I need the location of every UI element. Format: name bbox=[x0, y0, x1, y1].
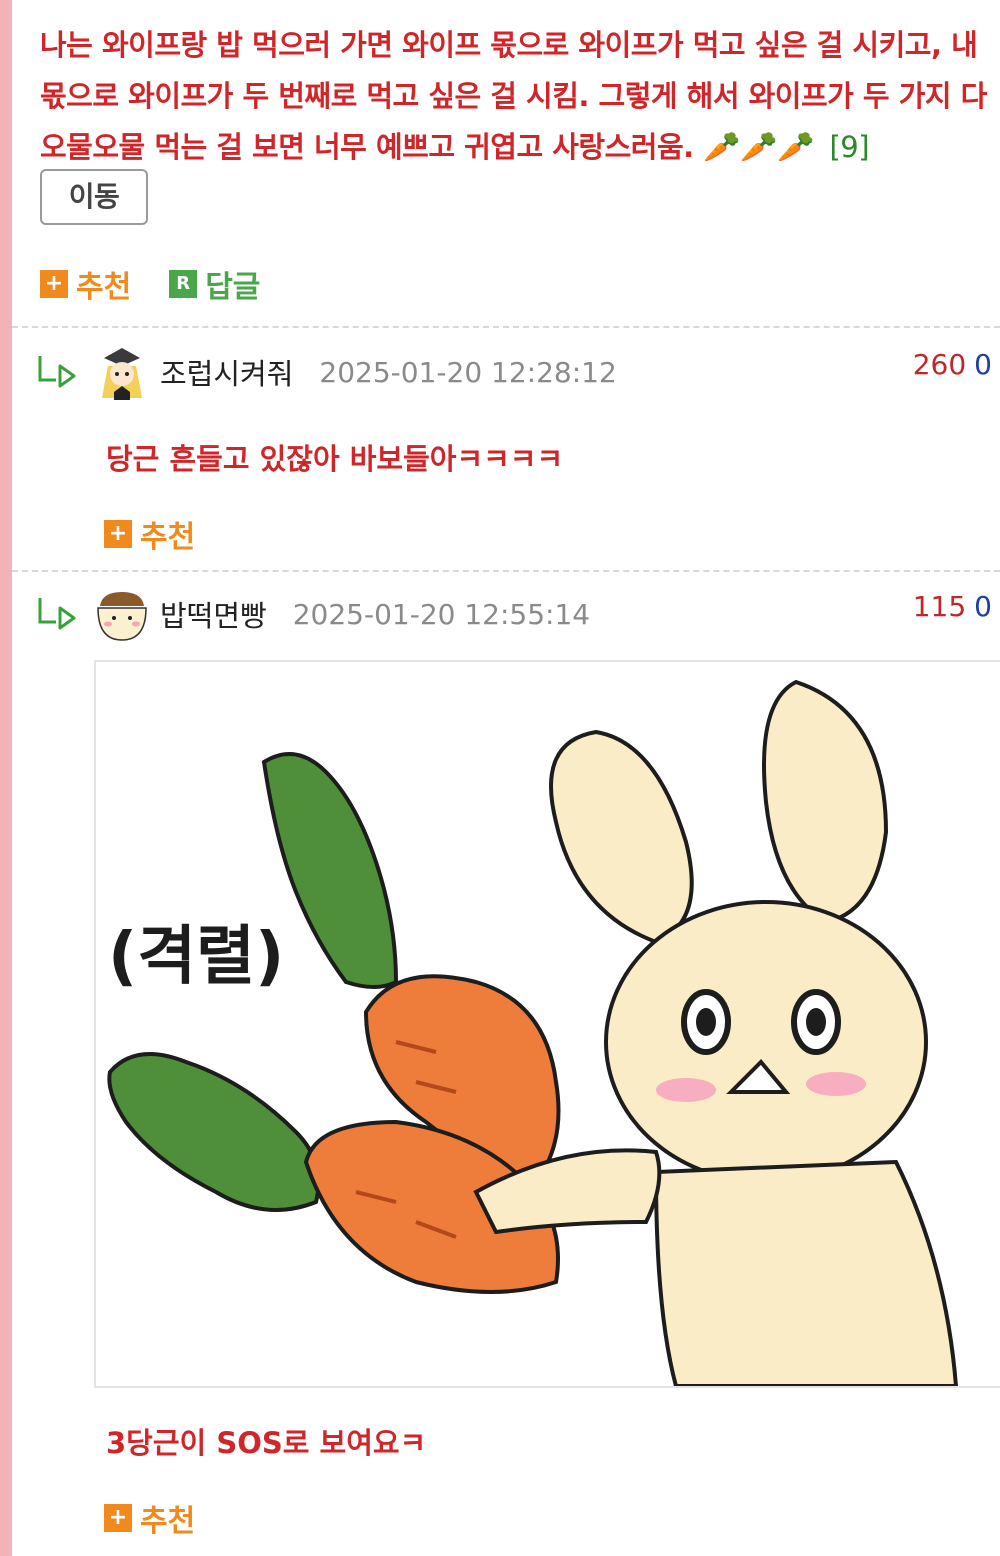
plus-icon: + bbox=[104, 520, 132, 548]
reply-arrow-icon bbox=[38, 598, 76, 630]
timestamp: 2025-01-20 12:55:14 bbox=[292, 597, 591, 631]
move-button[interactable]: 이동 bbox=[40, 169, 148, 225]
image-caption: (격렬) bbox=[108, 920, 284, 994]
comment-actions: + 추천 bbox=[104, 1496, 195, 1540]
left-accent-bar bbox=[0, 0, 12, 1556]
comment-header: 조럽시켜줘 2025-01-20 12:28:12 bbox=[36, 342, 617, 402]
bunny-carrot-illustration: (격렬) bbox=[107, 679, 959, 1386]
plus-icon: + bbox=[104, 1504, 132, 1532]
reply-count[interactable]: [9] bbox=[829, 130, 869, 164]
upvote-count: 260 bbox=[912, 348, 967, 381]
post-actions: + 추천 R 답글 bbox=[40, 262, 260, 306]
downvote-count: 0 bbox=[974, 348, 992, 381]
recommend-button[interactable]: 추천 bbox=[76, 262, 131, 306]
recommend-button[interactable]: 추천 bbox=[140, 512, 195, 556]
comment-actions: + 추천 bbox=[104, 512, 195, 556]
recommend-button[interactable]: 추천 bbox=[140, 1496, 195, 1540]
reply-button[interactable]: 답글 bbox=[205, 262, 260, 306]
comment-header: 밥떡면빵 2025-01-20 12:55:14 bbox=[36, 584, 590, 644]
vote-stats: 115 0 bbox=[913, 590, 992, 623]
r-icon: R bbox=[169, 270, 198, 298]
avatar-icon[interactable] bbox=[94, 586, 150, 642]
vote-stats: 260 0 bbox=[913, 348, 992, 381]
upvote-count: 115 bbox=[912, 590, 967, 623]
comment-text: 당근 흔들고 있잖아 바보들아ㅋㅋㅋㅋ bbox=[106, 442, 564, 476]
nickname[interactable]: 조럽시켜줘 bbox=[160, 351, 293, 393]
post-body: 나는 와이프랑 밥 먹으러 가면 와이프 몫으로 와이프가 먹고 싶은 걸 시키… bbox=[40, 20, 990, 229]
downvote-count: 0 bbox=[974, 590, 992, 623]
page: 나는 와이프랑 밥 먹으러 가면 와이프 몫으로 와이프가 먹고 싶은 걸 시키… bbox=[0, 0, 1000, 1556]
reply-arrow-icon bbox=[38, 356, 76, 388]
timestamp: 2025-01-20 12:28:12 bbox=[319, 355, 617, 389]
divider bbox=[12, 326, 1000, 328]
comment-image[interactable]: (격렬) bbox=[94, 660, 1000, 1388]
nickname[interactable]: 밥떡면빵 bbox=[160, 593, 267, 635]
avatar-icon[interactable] bbox=[94, 344, 150, 400]
divider bbox=[12, 570, 1000, 572]
comment-text: 3당근이 SOS로 보여요ㅋ bbox=[106, 1426, 427, 1460]
plus-icon: + bbox=[40, 270, 68, 298]
carrot-emoji: 🥕🥕🥕 bbox=[703, 130, 814, 165]
